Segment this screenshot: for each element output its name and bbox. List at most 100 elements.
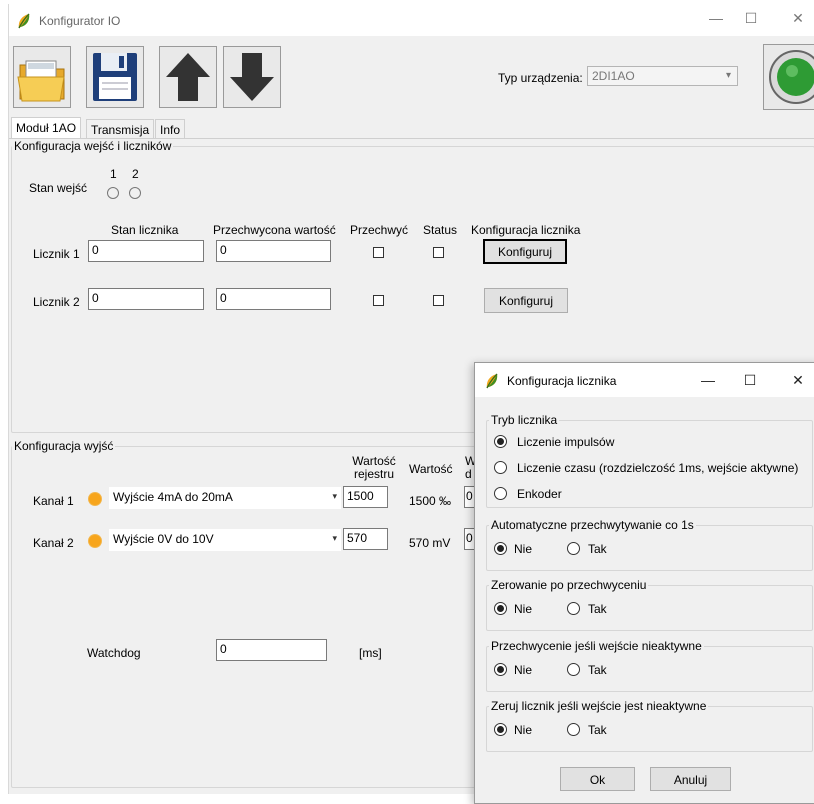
reset-if-inactive-no-label: Nie [514, 723, 533, 737]
chevron-down-icon: ▾ [332, 491, 337, 501]
watchdog-field[interactable]: 0 [216, 639, 327, 661]
open-folder-icon [17, 60, 65, 102]
chevron-down-icon: ▾ [725, 70, 731, 81]
capture-if-inactive-no-radio[interactable] [494, 663, 507, 676]
reset-if-inactive-no-radio[interactable] [494, 723, 507, 736]
channel-2-register-field[interactable]: 570 [343, 528, 388, 550]
input-number-2: 2 [132, 167, 139, 181]
device-type-select[interactable]: 2DI1AO ▾ [587, 66, 738, 86]
header-value: Wartość [409, 462, 453, 476]
tab-module-1ao[interactable]: Moduł 1AO [11, 117, 82, 139]
reset-after-capture-no-radio[interactable] [494, 602, 507, 615]
cancel-button[interactable]: Anuluj [650, 767, 731, 791]
dialog-title-bar: Konfiguracja licznika — ☐ ✕ [475, 363, 814, 397]
channel-1-led [89, 493, 101, 505]
mode-time-label: Liczenie czasu (rozdzielczość 1ms, wejśc… [517, 461, 799, 475]
arrow-up-icon [166, 53, 210, 101]
header-counter-state: Stan licznika [111, 223, 179, 237]
mode-pulse-radio[interactable] [494, 435, 507, 448]
header-captured-value: Przechwycona wartość [213, 223, 336, 237]
tab-info[interactable]: Info [155, 119, 186, 139]
reset-after-capture-yes-radio[interactable] [567, 602, 580, 615]
channel-1-label: Kanał 1 [33, 494, 74, 508]
counter-2-captured-field[interactable]: 0 [216, 288, 331, 310]
dialog-maximize-button[interactable]: ☐ [727, 372, 773, 389]
device-type-label: Typ urządzenia: [498, 71, 583, 85]
counter-1-captured-field[interactable]: 0 [216, 240, 331, 262]
mode-encoder-label: Enkoder [517, 487, 562, 501]
reset-if-inactive-yes-label: Tak [588, 723, 607, 737]
header-truncated-line2: d [465, 467, 472, 481]
channel-1-mode-value: Wyjście 4mA do 20mA [113, 490, 233, 504]
input-1-indicator [107, 187, 119, 199]
auto-capture-yes-radio[interactable] [567, 542, 580, 555]
leaf-app-icon [486, 373, 498, 389]
upload-arrow-button[interactable] [159, 46, 217, 108]
channel-2-led [89, 535, 101, 547]
auto-capture-yes-label: Tak [588, 542, 607, 556]
mode-encoder-radio[interactable] [494, 487, 507, 500]
reset-after-capture-no-label: Nie [514, 602, 533, 616]
arrow-down-icon [230, 53, 274, 101]
ok-button[interactable]: Ok [560, 767, 635, 791]
reset-after-capture-group-title: Zerowanie po przechwyceniu [489, 578, 649, 592]
capture-if-inactive-yes-radio[interactable] [567, 663, 580, 676]
reset-if-inactive-yes-radio[interactable] [567, 723, 580, 736]
capture-if-inactive-group-title: Przechwycenie jeśli wejście nieaktywne [489, 639, 704, 653]
mode-pulse-label: Liczenie impulsów [517, 435, 615, 449]
dialog-minimize-button[interactable]: — [685, 372, 731, 388]
reset-if-inactive-group-title: Zeruj licznik jeśli wejście jest nieakty… [489, 699, 709, 713]
counter-2-label: Licznik 2 [33, 295, 80, 309]
header-register-line1: Wartość [352, 454, 396, 468]
channel-2-mode-value: Wyjście 0V do 10V [113, 532, 214, 546]
chevron-down-icon: ▾ [332, 533, 337, 543]
counter-config-dialog: Konfiguracja licznika — ☐ ✕ Tryb licznik… [474, 362, 814, 804]
input-state-label: Stan wejść [29, 181, 88, 195]
header-capture: Przechwyć [350, 223, 409, 237]
save-button[interactable] [86, 46, 144, 108]
inputs-counters-group-title: Konfiguracja wejść i liczników [12, 139, 174, 153]
channel-1-register-field[interactable]: 1500 [343, 486, 388, 508]
counter-1-configure-button[interactable]: Konfiguruj [483, 239, 567, 264]
capture-if-inactive-no-label: Nie [514, 663, 533, 677]
counter-2-capture-checkbox[interactable] [373, 295, 384, 306]
channel-1-value: 1500 ‰ [409, 494, 452, 508]
dialog-close-button[interactable]: ✕ [775, 372, 814, 389]
counter-2-configure-button[interactable]: Konfiguruj [484, 288, 568, 313]
connection-status-button[interactable] [763, 44, 814, 110]
channel-2-label: Kanał 2 [33, 536, 74, 550]
watchdog-unit: [ms] [359, 646, 382, 660]
title-bar: Konfigurator IO — ☐ ✕ [9, 4, 814, 36]
counter-1-status-checkbox[interactable] [433, 247, 444, 258]
counter-1-capture-checkbox[interactable] [373, 247, 384, 258]
tab-transmission[interactable]: Transmisja [86, 119, 155, 139]
counter-1-label: Licznik 1 [33, 247, 80, 261]
auto-capture-group-title: Automatyczne przechwytywanie co 1s [489, 518, 696, 532]
close-button[interactable]: ✕ [775, 10, 814, 27]
channel-1-mode-select[interactable]: Wyjście 4mA do 20mA ▾ [109, 487, 341, 509]
device-type-value: 2DI1AO [592, 69, 635, 83]
outputs-group-title: Konfiguracja wyjść [12, 439, 116, 453]
header-register-line2: rejestru [353, 467, 394, 481]
leaf-app-icon [18, 13, 30, 29]
window-title: Konfigurator IO [39, 14, 121, 28]
counter-mode-group-title: Tryb licznika [489, 413, 560, 427]
auto-capture-no-radio[interactable] [494, 542, 507, 555]
status-led-icon [769, 50, 814, 104]
header-status: Status [423, 223, 458, 237]
channel-2-mode-select[interactable]: Wyjście 0V do 10V ▾ [109, 529, 341, 551]
counter-2-status-checkbox[interactable] [433, 295, 444, 306]
counter-2-state-field[interactable]: 0 [88, 288, 204, 310]
input-number-1: 1 [110, 167, 117, 181]
channel-2-value: 570 mV [409, 536, 451, 550]
counter-1-state-field[interactable]: 0 [88, 240, 204, 262]
open-file-button[interactable] [13, 46, 71, 108]
download-arrow-button[interactable] [223, 46, 281, 108]
input-2-indicator [129, 187, 141, 199]
mode-time-radio[interactable] [494, 461, 507, 474]
floppy-disk-icon [93, 53, 137, 101]
maximize-button[interactable]: ☐ [728, 10, 774, 27]
reset-after-capture-yes-label: Tak [588, 602, 607, 616]
dialog-title: Konfiguracja licznika [507, 374, 617, 388]
auto-capture-no-label: Nie [514, 542, 533, 556]
